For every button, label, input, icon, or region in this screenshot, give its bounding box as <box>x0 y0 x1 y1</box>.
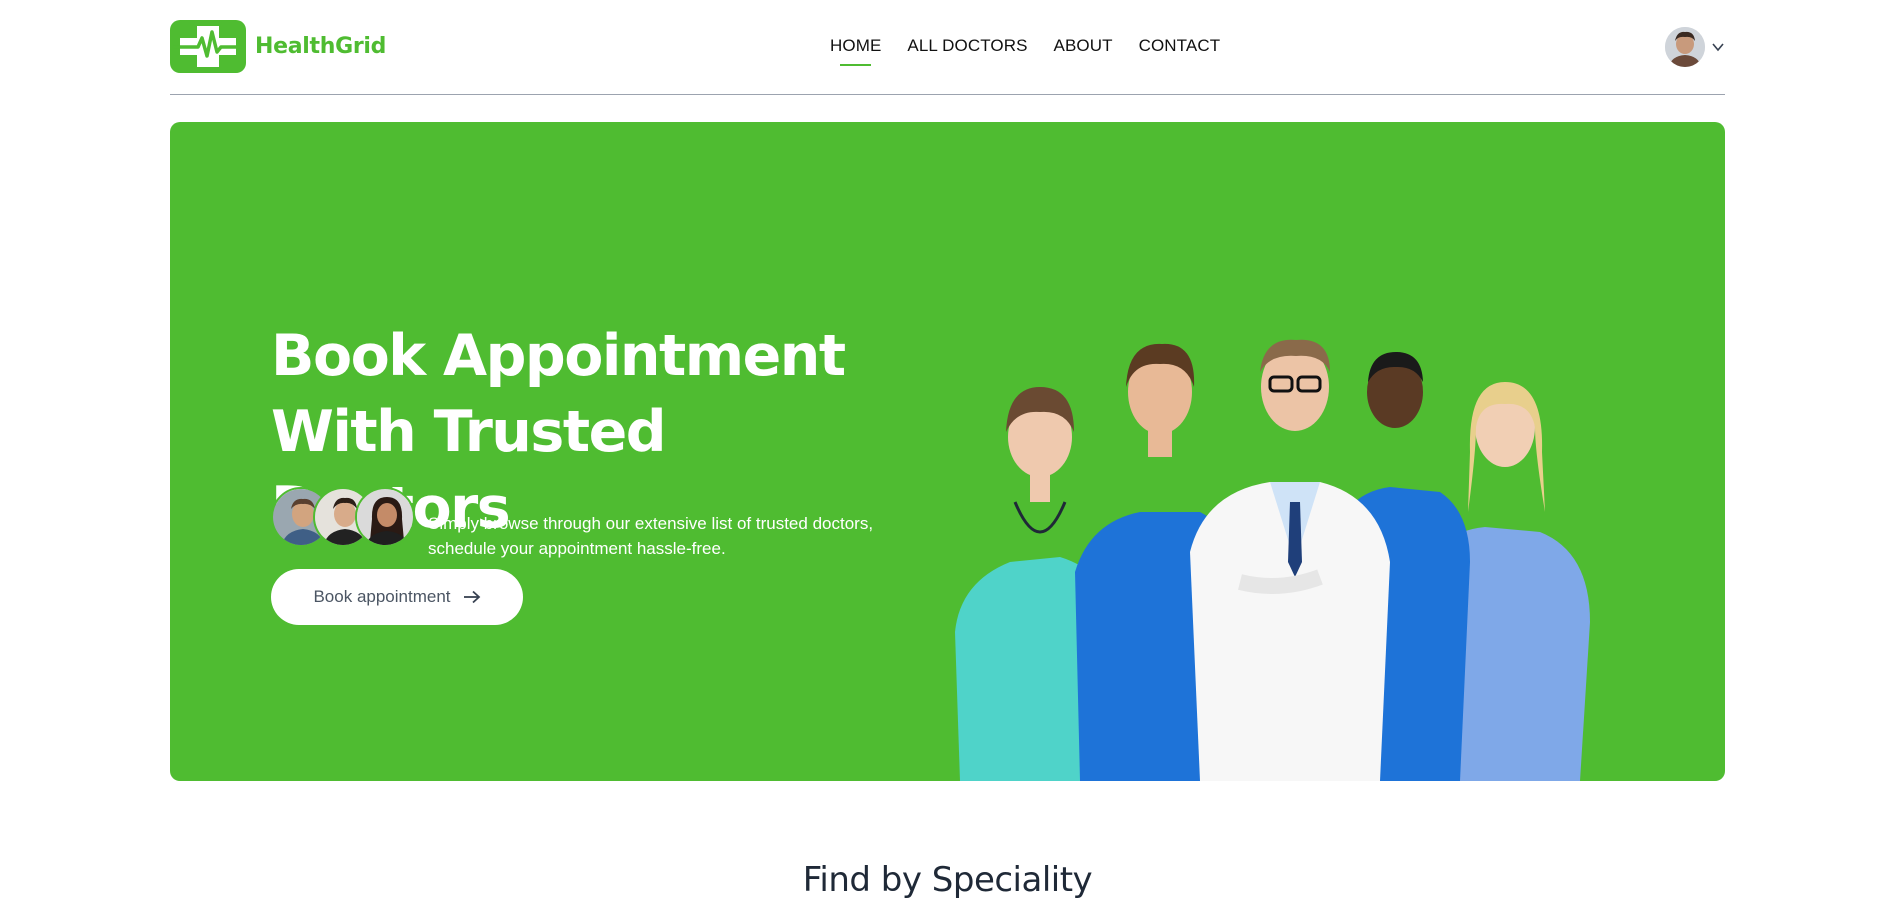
hero-title-line-1: Book Appointment <box>271 323 846 389</box>
group-of-doctors-photo <box>955 339 1590 781</box>
nav-contact[interactable]: CONTACT <box>1139 36 1221 56</box>
brand-name: HealthGrid <box>255 34 387 59</box>
nav-all-doctors[interactable]: ALL DOCTORS <box>907 36 1027 56</box>
user-avatar[interactable] <box>1665 27 1705 67</box>
nav-home[interactable]: HOME <box>830 36 881 66</box>
book-appointment-label: Book appointment <box>313 587 451 606</box>
hero-banner: Book Appointment With Trusted Doctors <box>170 122 1725 781</box>
doctor-group-avatars <box>271 487 416 547</box>
nav-about[interactable]: ABOUT <box>1054 36 1113 56</box>
hero-description: Simply browse through our extensive list… <box>428 514 874 558</box>
site-header: HealthGrid HOME ALL DOCTORS ABOUT CONTAC… <box>170 0 1725 95</box>
main-nav: HOME ALL DOCTORS ABOUT CONTACT <box>830 36 1221 66</box>
section-title: Find by Speciality <box>802 860 1093 900</box>
logo[interactable]: HealthGrid <box>170 20 386 73</box>
chevron-down-icon[interactable] <box>1711 40 1725 54</box>
medical-cross-pulse-icon <box>170 20 246 73</box>
profile-menu[interactable] <box>1665 27 1725 67</box>
arrow-right-icon <box>463 590 480 604</box>
book-appointment-button[interactable]: Book appointment <box>271 569 523 625</box>
doctor-avatar <box>355 487 415 547</box>
